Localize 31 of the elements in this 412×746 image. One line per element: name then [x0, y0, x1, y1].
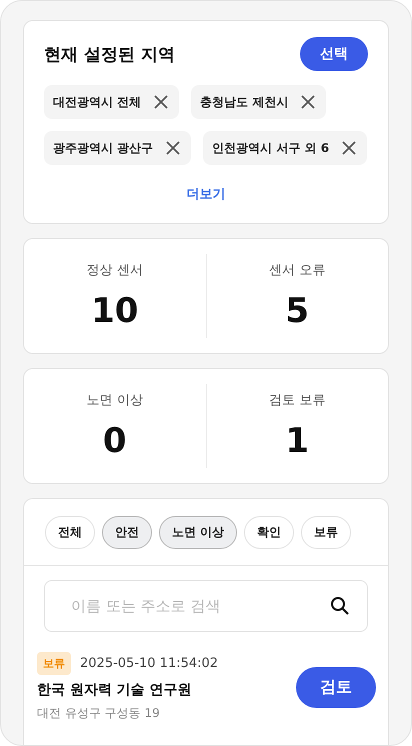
- tag-label: 충청남도 제천시: [200, 94, 288, 110]
- stat-label: 센서 오류: [269, 262, 326, 279]
- tag-label: 광주광역시 광산구: [53, 140, 154, 156]
- close-icon[interactable]: [300, 94, 316, 110]
- review-button[interactable]: 검토: [296, 666, 376, 708]
- stat-label: 검토 보류: [269, 392, 326, 409]
- timestamp: 2025-05-10 11:54:02: [80, 656, 218, 671]
- stat-label: 정상 센서: [86, 262, 143, 279]
- tag-label: 인천광역시 서구 외 6: [212, 140, 330, 156]
- stat-label: 노면 이상: [86, 392, 143, 409]
- site-name: 한국 원자력 기술 연구원: [37, 681, 193, 699]
- filter-chip[interactable]: 확인: [244, 516, 294, 549]
- stat-value: 5: [285, 291, 310, 331]
- tag-label: 대전광역시 전체: [53, 94, 142, 110]
- close-icon[interactable]: [165, 140, 182, 156]
- filter-chip[interactable]: 안전: [102, 516, 152, 549]
- stat-value: 0: [102, 421, 127, 461]
- select-button[interactable]: 선택: [300, 37, 368, 71]
- search-field[interactable]: 이름 또는 주소로 검색: [44, 580, 368, 632]
- close-icon[interactable]: [153, 94, 170, 110]
- filter-chip[interactable]: 보류: [301, 516, 352, 549]
- filter-chip[interactable]: 전체: [45, 516, 95, 549]
- more-link[interactable]: 더보기: [186, 185, 226, 203]
- stat-value: 10: [91, 291, 138, 331]
- card-title: 현재 설정된 지역: [44, 44, 175, 66]
- search-icon[interactable]: [330, 596, 350, 616]
- stat-value: 1: [285, 421, 310, 461]
- site-address: 대전 유성구 구성동 19: [37, 705, 161, 722]
- filter-chip[interactable]: 노면 이상: [159, 516, 238, 549]
- status-badge: 보류: [37, 652, 71, 675]
- close-icon[interactable]: [341, 140, 358, 156]
